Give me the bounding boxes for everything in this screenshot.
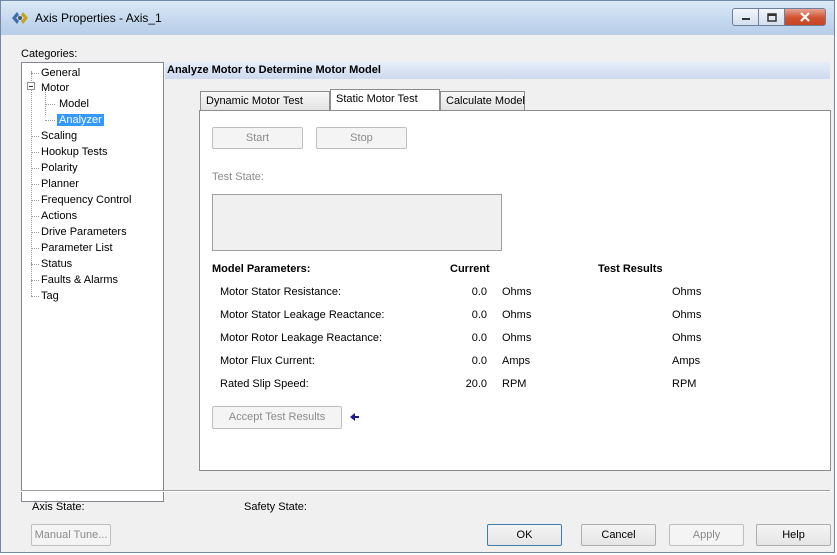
help-button[interactable]: Help <box>756 524 831 546</box>
axis-gear-icon <box>12 12 28 24</box>
stop-button[interactable]: Stop <box>316 127 407 149</box>
param-value: 0.0 <box>471 355 487 367</box>
tree-branch <box>31 73 39 74</box>
tab-label: Static Motor Test <box>336 93 418 105</box>
categories-tree[interactable]: General Motor Model Analyzer Scaling Hoo… <box>21 62 164 502</box>
tree-branch <box>31 136 39 137</box>
minimize-button[interactable] <box>732 8 758 26</box>
tree-branch <box>31 296 39 297</box>
param-name: Motor Flux Current: <box>220 355 315 367</box>
minimize-icon <box>741 18 750 20</box>
collapse-icon[interactable] <box>27 82 35 90</box>
tree-item-planner[interactable]: Planner <box>41 178 79 190</box>
tree-guide-line <box>31 71 32 263</box>
test-results-header: Test Results <box>598 263 663 275</box>
param-unit: Ohms <box>502 286 532 298</box>
param-name: Motor Stator Leakage Reactance: <box>220 309 385 321</box>
footer-separator <box>21 490 830 492</box>
result-unit: RPM <box>672 378 697 390</box>
tree-item-hookup-tests[interactable]: Hookup Tests <box>41 146 107 158</box>
param-unit: RPM <box>502 378 527 390</box>
maximize-icon <box>766 12 777 22</box>
tree-branch <box>31 168 39 169</box>
tree-branch <box>31 280 39 281</box>
tree-branch <box>45 120 55 121</box>
ok-button[interactable]: OK <box>487 524 562 546</box>
tree-item-motor[interactable]: Motor <box>41 82 69 94</box>
tree-branch <box>31 232 39 233</box>
tree-item-parameter-list[interactable]: Parameter List <box>41 242 113 254</box>
tab-label: Calculate Model <box>446 95 525 107</box>
tree-item-frequency-control[interactable]: Frequency Control <box>41 194 132 206</box>
tree-item-scaling[interactable]: Scaling <box>41 130 77 142</box>
result-unit: Ohms <box>672 309 702 321</box>
title-bar[interactable]: Axis Properties - Axis_1 <box>1 1 834 35</box>
tree-branch <box>31 152 39 153</box>
tree-branch <box>31 200 39 201</box>
tree-item-drive-parameters[interactable]: Drive Parameters <box>41 226 127 238</box>
categories-label: Categories: <box>21 48 78 60</box>
test-state-box <box>212 194 502 251</box>
tree-item-status[interactable]: Status <box>41 258 72 270</box>
close-icon <box>800 12 810 22</box>
axis-state-label: Axis State: <box>32 501 85 513</box>
param-unit: Ohms <box>502 309 532 321</box>
param-name: Motor Stator Resistance: <box>220 286 342 298</box>
accept-test-results-button[interactable]: Accept Test Results <box>212 406 342 429</box>
collapse-minus-mark <box>29 86 33 87</box>
result-unit: Amps <box>672 355 701 367</box>
param-value: 0.0 <box>471 309 487 321</box>
tree-item-model[interactable]: Model <box>59 98 89 110</box>
start-button[interactable]: Start <box>212 127 303 149</box>
page-header: Analyze Motor to Determine Motor Model <box>165 62 830 79</box>
close-button[interactable] <box>784 8 826 26</box>
window-controls <box>732 8 826 26</box>
tab-label: Dynamic Motor Test <box>206 95 303 107</box>
axis-properties-window: Axis Properties - Axis_1 Categories: Gen… <box>0 0 835 553</box>
tab-static-motor-test[interactable]: Static Motor Test <box>330 89 440 110</box>
safety-state-label: Safety State: <box>244 501 307 513</box>
model-parameters-header: Model Parameters: <box>212 263 311 275</box>
current-header: Current <box>450 263 490 275</box>
tree-branch <box>31 264 39 265</box>
result-unit: Ohms <box>672 332 702 344</box>
tree-item-analyzer[interactable]: Analyzer <box>57 114 104 126</box>
tree-branch <box>31 248 39 249</box>
param-value: 20.0 <box>465 378 487 390</box>
tab-calculate-model[interactable]: Calculate Model <box>440 91 525 110</box>
maximize-button[interactable] <box>758 8 784 26</box>
result-unit: Ohms <box>672 286 702 298</box>
tree-item-tag[interactable]: Tag <box>41 290 59 302</box>
test-state-label: Test State: <box>212 171 264 183</box>
apply-button[interactable]: Apply <box>669 524 744 546</box>
param-unit: Ohms <box>502 332 532 344</box>
tree-item-faults-alarms[interactable]: Faults & Alarms <box>41 274 118 286</box>
tree-branch <box>45 104 55 105</box>
param-unit: Amps <box>502 355 531 367</box>
param-name: Rated Slip Speed: <box>220 378 309 390</box>
page-title: Analyze Motor to Determine Motor Model <box>167 64 381 76</box>
tree-item-actions[interactable]: Actions <box>41 210 77 222</box>
tree-branch <box>31 184 39 185</box>
tree-guide-line <box>31 263 32 296</box>
cancel-button[interactable]: Cancel <box>581 524 656 546</box>
tree-item-polarity[interactable]: Polarity <box>41 162 78 174</box>
param-value: 0.0 <box>471 286 487 298</box>
window-title: Axis Properties - Axis_1 <box>35 11 162 25</box>
tree-item-general[interactable]: General <box>41 67 80 79</box>
left-arrow-icon <box>350 413 359 421</box>
manual-tune-button[interactable]: Manual Tune... <box>31 524 111 546</box>
tab-dynamic-motor-test[interactable]: Dynamic Motor Test <box>200 91 330 110</box>
tree-branch <box>31 216 39 217</box>
param-name: Motor Rotor Leakage Reactance: <box>220 332 383 344</box>
param-value: 0.0 <box>471 332 487 344</box>
